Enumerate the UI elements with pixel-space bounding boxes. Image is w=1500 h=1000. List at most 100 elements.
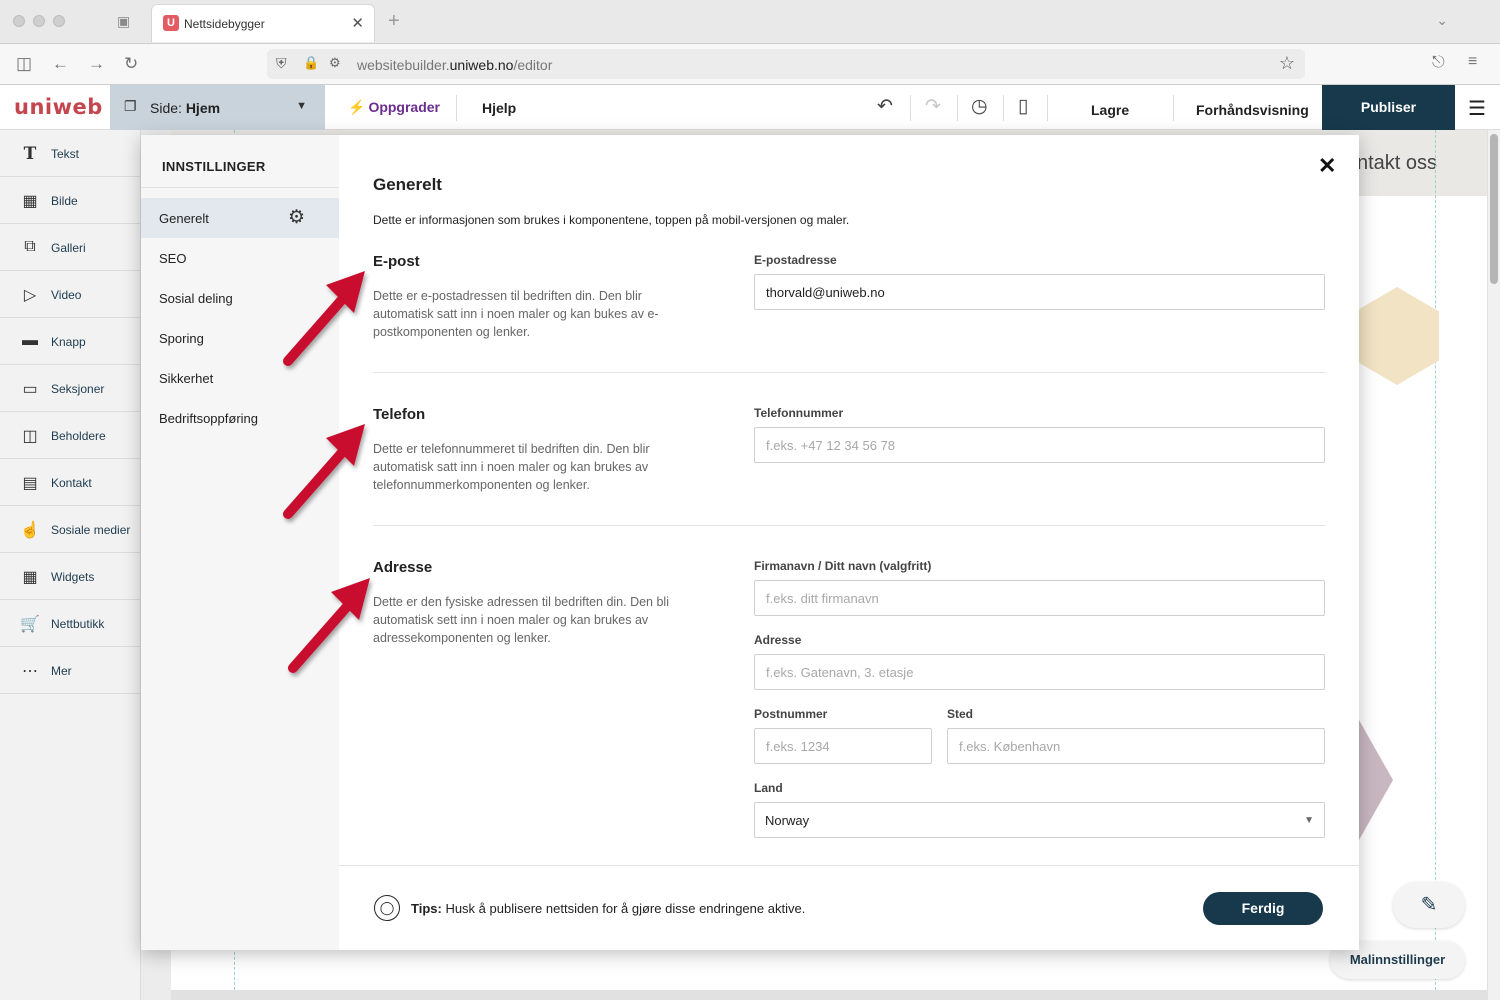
sidebar-item-webshop[interactable]: 🛒 Nettbutikk [0,600,141,647]
phone-field[interactable] [754,427,1325,463]
save-button[interactable]: Lagre [1091,102,1129,118]
upgrade-link[interactable]: ⚡ Oppgrader [348,99,440,116]
uniweb-logo: uniweb [14,95,103,119]
page-selector[interactable]: ❐ Side: Hjem ▼ [110,85,325,130]
country-label: Land [754,781,783,795]
scroll-thumb[interactable] [1490,134,1498,284]
cart-icon: 🛒 [20,616,40,633]
country-select-value: Norway [765,813,810,828]
sidebar-item-sections[interactable]: ▭ Seksjoner [0,365,141,412]
footer-divider [339,865,1359,866]
bookmark-star-icon[interactable]: ☆ [1279,53,1295,74]
sidebar-item-more[interactable]: ⋯ Mer [0,647,141,694]
settings-nav-label: Generelt [159,211,209,226]
hamburger-menu-icon[interactable]: ☰ [1468,96,1486,121]
sidebar-item-label: Widgets [51,570,95,584]
lightbulb-icon: ◯ [374,895,400,921]
arrow-annotation-address [288,578,370,673]
sidebar-item-label: Mer [51,664,72,678]
mobile-view-icon[interactable]: ▯ [1018,95,1028,118]
city-field[interactable] [947,728,1325,764]
lightning-icon: ⚡ [348,99,366,115]
close-icon[interactable]: ✕ [1318,153,1336,179]
image-icon: ▦ [22,193,38,210]
close-window-button[interactable] [13,15,25,27]
sidebar-item-label: Kontakt [51,476,92,490]
zoom-window-button[interactable] [53,15,65,27]
layout-guide [1435,130,1436,1000]
sidebar-item-widgets[interactable]: ▦ Widgets [0,553,141,600]
settings-nav-general[interactable]: Generelt ⚙ [141,198,339,238]
company-label: Firmanavn / Ditt navn (valgfritt) [754,559,932,573]
toolbar-divider [1047,95,1048,121]
permissions-icon[interactable]: ⚙ [329,55,341,71]
text-icon: T [23,144,37,164]
sidebar-toggle-icon[interactable]: ◫ [16,54,32,74]
chevron-down-icon[interactable]: ⌄ [1436,12,1448,29]
browser-titlebar: ▣ U Nettsidebygger ✕ + ⌄ [0,0,1500,44]
favicon-icon: U [163,15,179,31]
sidebar-item-social-media[interactable]: ☝ Sosiale medier [0,506,141,553]
url-bar[interactable]: ⛨ 🔒 ⚙ websitebuilder.uniweb.no/editor ☆ [267,49,1305,79]
component-sidebar: T Tekst ▦ Bilde ⧉ Galleri ▷ Video ▬ Knap… [0,130,141,1000]
url-text[interactable]: websitebuilder.uniweb.no/editor [357,57,552,73]
video-icon: ▷ [23,287,37,304]
settings-nav-label: Sporing [159,331,204,346]
sidebar-item-video[interactable]: ▷ Video [0,271,141,318]
design-tools-button[interactable]: ✎ [1393,882,1465,928]
triangle-decoration [1359,720,1393,840]
sidebar-item-text[interactable]: T Tekst [0,130,141,177]
tab-overview-icon[interactable]: ▣ [117,13,135,29]
zip-field[interactable] [754,728,932,764]
publish-button[interactable]: Publiser [1322,85,1455,130]
section-divider [373,372,1325,373]
redo-icon[interactable]: ↷ [925,95,941,118]
shield-icon[interactable]: ⛨ [276,55,287,72]
minimize-window-button[interactable] [33,15,45,27]
street-field[interactable] [754,654,1325,690]
contact-icon: ▤ [22,475,38,492]
sidebar-item-label: Bilde [51,194,78,208]
sidebar-item-gallery[interactable]: ⧉ Galleri [0,224,141,271]
widgets-icon: ▦ [22,569,38,586]
gear-icon: ⚙ [288,207,306,228]
button-icon: ▬ [22,332,38,349]
email-field[interactable] [754,274,1325,310]
company-field[interactable] [754,580,1325,616]
email-section-desc: Dette er e-postadressen til bedriften di… [373,289,659,339]
undo-icon[interactable]: ↶ [877,95,893,118]
history-icon[interactable]: ◷ [971,95,988,118]
lock-icon[interactable]: 🔒 [303,55,319,71]
sidebar-item-label: Nettbutikk [51,617,105,631]
email-section-title: E-post [373,253,420,270]
sidebar-item-contact[interactable]: ▤ Kontakt [0,459,141,506]
sidebar-item-containers[interactable]: ◫ Beholdere [0,412,141,459]
new-tab-icon[interactable]: + [388,10,400,33]
preview-button[interactable]: Forhåndsvisning [1196,102,1309,118]
settings-nav-title: INNSTILLINGER [162,159,266,174]
canvas-nav-link[interactable]: ntakt oss [1357,152,1437,175]
sidebar-item-label: Seksjoner [51,382,105,396]
sidebar-item-button[interactable]: ▬ Knapp [0,318,141,365]
sidebar-item-label: Beholdere [51,429,106,443]
section-divider [373,525,1325,526]
sidebar-item-label: Galleri [51,241,86,255]
page-scrollbar[interactable] [1487,130,1500,1000]
street-label: Adresse [754,633,802,647]
back-icon[interactable]: ← [52,54,69,74]
arrow-annotation-email [283,271,365,366]
help-link[interactable]: Hjelp [482,100,516,116]
done-button[interactable]: Ferdig [1203,892,1323,925]
extensions-icon[interactable]: ⎋ [1432,54,1445,72]
browser-tab[interactable]: U Nettsidebygger ✕ [151,4,375,42]
thumbs-up-icon: ☝ [20,522,40,539]
zip-label: Postnummer [754,707,828,721]
forward-icon[interactable]: → [88,54,105,74]
country-select[interactable]: Norway ▼ [754,802,1325,838]
browser-menu-icon[interactable]: ≡ [1468,53,1477,71]
reload-icon[interactable]: ↻ [124,54,138,74]
sidebar-item-image[interactable]: ▦ Bilde [0,177,141,224]
close-tab-icon[interactable]: ✕ [351,14,364,32]
phone-section-title: Telefon [373,406,426,423]
editor-toolbar: uniweb ❐ Side: Hjem ▼ ⚡ Oppgrader Hjelp ↶… [0,85,1500,130]
